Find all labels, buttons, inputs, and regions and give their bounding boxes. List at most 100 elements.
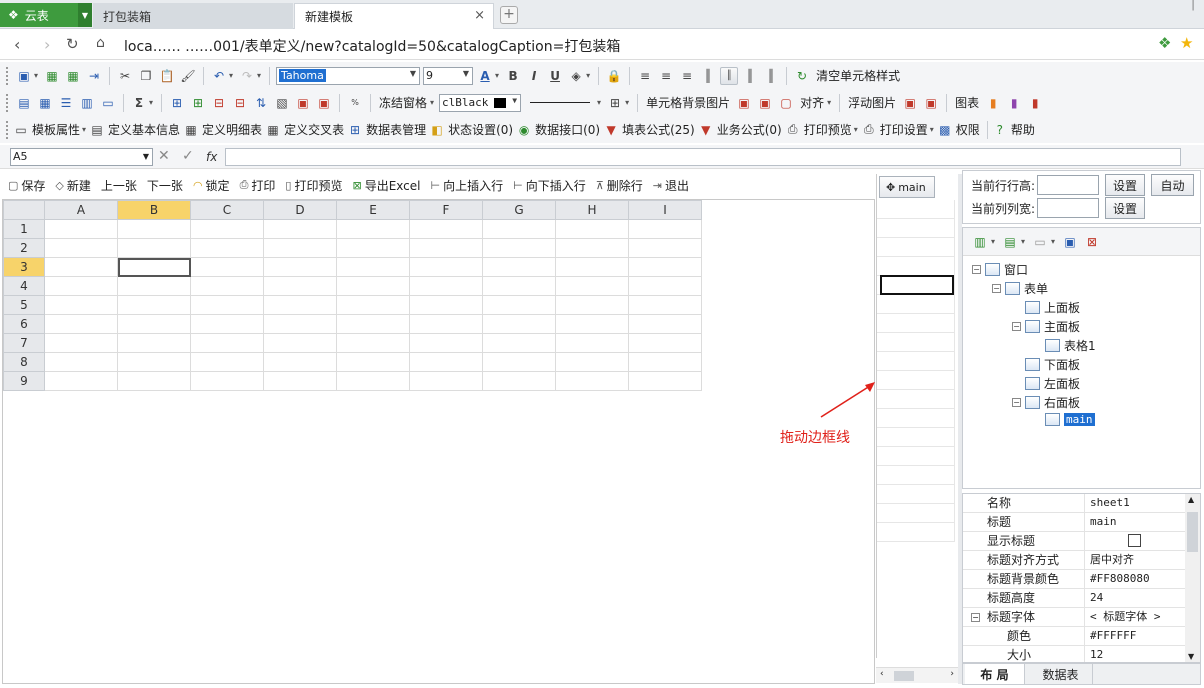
- chevron-down-icon[interactable]: ▾: [495, 71, 499, 80]
- cell[interactable]: [117, 219, 191, 239]
- row-height-input[interactable]: [1037, 175, 1099, 195]
- confirm-icon[interactable]: ✓: [182, 148, 194, 164]
- chevron-down-icon[interactable]: ▾: [1051, 237, 1055, 246]
- export-excel-button[interactable]: ⊠ 导出Excel: [352, 177, 420, 194]
- reload-icon[interactable]: ↻: [66, 35, 79, 53]
- tree-node-main[interactable]: main: [1045, 413, 1095, 426]
- cell[interactable]: [628, 314, 702, 334]
- property-value[interactable]: 12: [1087, 646, 1185, 662]
- sheet-grid[interactable]: A B C D E F G H I 1 2 3 4 5 6 7 8 9: [3, 200, 702, 391]
- scroll-right-icon[interactable]: ›: [950, 669, 954, 679]
- cell[interactable]: [44, 314, 118, 334]
- image-icon[interactable]: ▣: [294, 94, 312, 112]
- cell[interactable]: [263, 238, 337, 258]
- bar-chart3-icon[interactable]: ▮: [1026, 94, 1044, 112]
- status-button[interactable]: 状态设置(0): [448, 121, 513, 138]
- tree-node-main-panel[interactable]: − 主面板: [1012, 318, 1080, 335]
- cell[interactable]: [336, 219, 410, 239]
- property-value[interactable]: main: [1087, 513, 1185, 532]
- exit-button[interactable]: ⇥ 退出: [653, 177, 689, 194]
- italic-icon[interactable]: I: [525, 67, 543, 85]
- cell[interactable]: [263, 257, 337, 277]
- column-header[interactable]: D: [263, 200, 337, 220]
- cell[interactable]: [336, 238, 410, 258]
- align-button[interactable]: 对齐: [800, 94, 824, 111]
- row-header[interactable]: 8: [3, 352, 45, 372]
- cell[interactable]: [409, 276, 483, 296]
- property-value[interactable]: 居中对齐: [1087, 551, 1185, 570]
- cell[interactable]: [482, 314, 556, 334]
- cell[interactable]: [482, 276, 556, 296]
- cell[interactable]: [190, 219, 264, 239]
- cell[interactable]: [336, 276, 410, 296]
- cell[interactable]: [555, 352, 629, 372]
- property-row[interactable]: 颜色 #FFFFFF: [963, 627, 1185, 646]
- row-header[interactable]: 5: [3, 295, 45, 315]
- property-row[interactable]: − 标题字体 < 标题字体 >: [963, 608, 1185, 627]
- align-right-icon[interactable]: ≡: [678, 67, 696, 85]
- cell[interactable]: [409, 257, 483, 277]
- main-panel-tab[interactable]: ✥ main: [879, 176, 935, 198]
- cell[interactable]: [263, 276, 337, 296]
- column-header[interactable]: F: [409, 200, 483, 220]
- business-formula-button[interactable]: 业务公式(0): [717, 121, 782, 138]
- row-header-active[interactable]: 3: [3, 257, 45, 277]
- scrollbar-thumb[interactable]: [1187, 512, 1198, 552]
- app-logo-icon[interactable]: ❖: [1158, 34, 1171, 52]
- chevron-down-icon[interactable]: ▾: [82, 125, 86, 134]
- window-controls[interactable]: │: [1190, 0, 1196, 11]
- columns-icon[interactable]: ▥: [78, 94, 96, 112]
- chevron-down-icon[interactable]: ▾: [149, 98, 153, 107]
- cell[interactable]: [336, 333, 410, 353]
- col-width-input[interactable]: [1037, 198, 1099, 218]
- chevron-down-icon[interactable]: ▾: [597, 98, 601, 107]
- cell-reference-box[interactable]: A5 ▼: [10, 148, 153, 166]
- font-color-icon[interactable]: A: [476, 67, 494, 85]
- print-preview-action[interactable]: ▯ 打印预览: [285, 177, 342, 194]
- tab-packing[interactable]: 打包装箱: [93, 3, 293, 29]
- save-button[interactable]: ▢ 保存: [8, 177, 45, 194]
- data-interface-button[interactable]: 数据接口(0): [535, 121, 600, 138]
- merge-icon[interactable]: ▭: [99, 94, 117, 112]
- cell[interactable]: [555, 371, 629, 391]
- show-title-checkbox[interactable]: [1128, 534, 1141, 547]
- cell[interactable]: [44, 238, 118, 258]
- permission-button[interactable]: 权限: [956, 121, 980, 138]
- lock-icon[interactable]: 🔒: [605, 67, 623, 85]
- cell[interactable]: [482, 257, 556, 277]
- cell[interactable]: [628, 333, 702, 353]
- cell[interactable]: [628, 352, 702, 372]
- toolbar-grip[interactable]: [6, 66, 9, 85]
- corner-cell[interactable]: [3, 200, 45, 220]
- brand-button[interactable]: ❖ 云表: [0, 3, 78, 27]
- scroll-left-icon[interactable]: ‹: [880, 669, 884, 679]
- freeze-panes-button[interactable]: 冻结窗格: [379, 94, 427, 111]
- align-center-icon[interactable]: ≡: [657, 67, 675, 85]
- cell[interactable]: [555, 295, 629, 315]
- cell[interactable]: [117, 295, 191, 315]
- cell[interactable]: [44, 219, 118, 239]
- cell[interactable]: [117, 314, 191, 334]
- save-icon[interactable]: ▣: [15, 67, 33, 85]
- cell[interactable]: [482, 371, 556, 391]
- set-col-width-button[interactable]: 设置: [1105, 197, 1145, 219]
- basic-info-button[interactable]: 定义基本信息: [108, 121, 180, 138]
- cell[interactable]: [555, 314, 629, 334]
- tree-node-table1[interactable]: 表格1: [1045, 337, 1096, 354]
- cell[interactable]: [263, 314, 337, 334]
- insert-row-icon[interactable]: ⊞: [168, 94, 186, 112]
- cell[interactable]: [555, 257, 629, 277]
- table-icon[interactable]: ▤: [15, 94, 33, 112]
- barcode2-icon[interactable]: ║: [741, 67, 759, 85]
- paste-icon[interactable]: 📋: [158, 67, 176, 85]
- url-field[interactable]: loca…… ……001/表单定义/new?catalogId=50&catal…: [124, 36, 620, 56]
- collapse-icon[interactable]: −: [972, 265, 981, 274]
- cell[interactable]: [628, 219, 702, 239]
- format-painter-icon[interactable]: 🖌: [179, 67, 197, 85]
- border-icon[interactable]: ⊞: [606, 94, 624, 112]
- delete-col-icon[interactable]: ⊟: [231, 94, 249, 112]
- delete-node-icon[interactable]: ⊠: [1083, 233, 1101, 251]
- line-style-preview[interactable]: [530, 102, 591, 103]
- auto-button[interactable]: 自动: [1151, 174, 1194, 196]
- delete-row-button[interactable]: ⊼ 删除行: [596, 177, 643, 194]
